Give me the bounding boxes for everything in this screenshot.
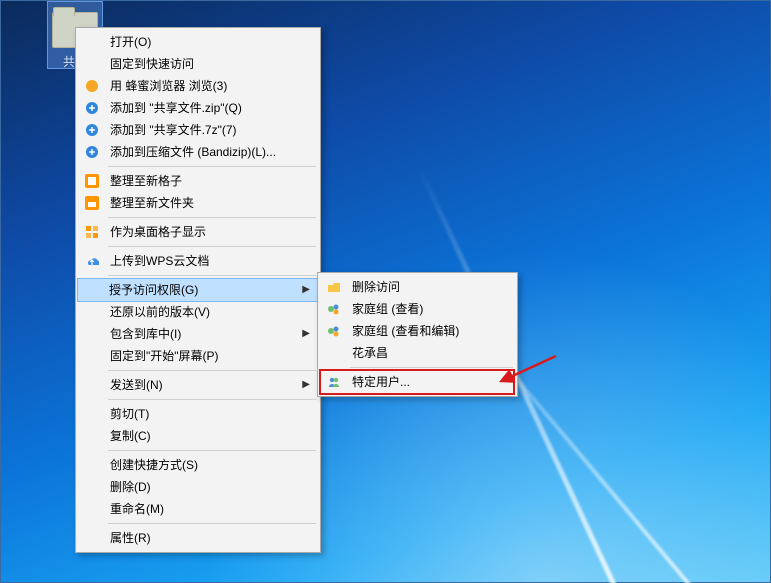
homegroup-icon: [326, 301, 342, 317]
submenu-arrow-icon: ▶: [302, 374, 310, 396]
menu-label: 整理至新格子: [110, 174, 182, 188]
menu-label: 剪切(T): [110, 407, 149, 421]
menu-label: 删除访问: [352, 280, 400, 294]
menu-label: 作为桌面格子显示: [110, 225, 206, 239]
folder-plus-icon: [84, 195, 100, 211]
separator: [108, 166, 316, 167]
bee-icon: [84, 78, 100, 94]
menu-label: 授予访问权限(G): [109, 283, 198, 297]
menu-label: 创建快捷方式(S): [110, 458, 198, 472]
separator: [108, 217, 316, 218]
menu-restore-previous[interactable]: 还原以前的版本(V): [78, 301, 318, 323]
separator: [108, 523, 316, 524]
menu-label: 添加到压缩文件 (Bandizip)(L)...: [110, 145, 276, 159]
menu-tidy-folder[interactable]: 整理至新文件夹: [78, 192, 318, 214]
homegroup-icon: [326, 323, 342, 339]
menu-label: 上传到WPS云文档: [110, 254, 209, 268]
grid-view-icon: [84, 224, 100, 240]
menu-add-7z[interactable]: 添加到 "共享文件.7z"(7): [78, 119, 318, 141]
menu-rename[interactable]: 重命名(M): [78, 498, 318, 520]
submenu-specific-users[interactable]: 特定用户...: [320, 371, 515, 393]
separator: [108, 450, 316, 451]
menu-label: 打开(O): [110, 35, 151, 49]
submenu-arrow-icon: ▶: [302, 323, 310, 345]
menu-label: 家庭组 (查看): [352, 302, 423, 316]
menu-label: 家庭组 (查看和编辑): [352, 324, 459, 338]
menu-label: 重命名(M): [110, 502, 164, 516]
menu-label: 整理至新文件夹: [110, 196, 194, 210]
menu-label: 还原以前的版本(V): [110, 305, 210, 319]
menu-pin-quick-access[interactable]: 固定到快速访问: [78, 53, 318, 75]
separator: [350, 367, 513, 368]
menu-label: 特定用户...: [352, 375, 410, 389]
menu-add-zip[interactable]: 添加到 "共享文件.zip"(Q): [78, 97, 318, 119]
menu-create-shortcut[interactable]: 创建快捷方式(S): [78, 454, 318, 476]
menu-properties[interactable]: 属性(R): [78, 527, 318, 549]
menu-label: 添加到 "共享文件.7z"(7): [110, 123, 237, 137]
sharing-folder-icon: [326, 279, 342, 295]
menu-pin-start[interactable]: 固定到"开始"屏幕(P): [78, 345, 318, 367]
submenu-remove-access[interactable]: 删除访问: [320, 276, 515, 298]
menu-label: 复制(C): [110, 429, 151, 443]
menu-label: 发送到(N): [110, 378, 163, 392]
bandizip-icon: [84, 144, 100, 160]
menu-label: 包含到库中(I): [110, 327, 181, 341]
submenu-homegroup-edit[interactable]: 家庭组 (查看和编辑): [320, 320, 515, 342]
context-menu: 打开(O) 固定到快速访问 用 蜂蜜浏览器 浏览(3) 添加到 "共享文件.zi…: [75, 27, 321, 553]
grid-icon: [84, 173, 100, 189]
separator: [108, 399, 316, 400]
menu-label: 添加到 "共享文件.zip"(Q): [110, 101, 242, 115]
separator: [108, 370, 316, 371]
menu-label: 固定到"开始"屏幕(P): [110, 349, 219, 363]
submenu-homegroup-view[interactable]: 家庭组 (查看): [320, 298, 515, 320]
menu-add-compress[interactable]: 添加到压缩文件 (Bandizip)(L)...: [78, 141, 318, 163]
menu-label: 用 蜂蜜浏览器 浏览(3): [110, 79, 227, 93]
separator: [108, 246, 316, 247]
menu-send-to[interactable]: 发送到(N) ▶: [78, 374, 318, 396]
menu-label: 花承昌: [352, 346, 388, 360]
bandizip-icon: [84, 122, 100, 138]
menu-browse-bee[interactable]: 用 蜂蜜浏览器 浏览(3): [78, 75, 318, 97]
menu-label: 删除(D): [110, 480, 151, 494]
separator: [108, 275, 316, 276]
menu-grant-access[interactable]: 授予访问权限(G) ▶: [77, 278, 319, 302]
menu-tidy-grid[interactable]: 整理至新格子: [78, 170, 318, 192]
menu-open[interactable]: 打开(O): [78, 31, 318, 53]
menu-delete[interactable]: 删除(D): [78, 476, 318, 498]
menu-copy[interactable]: 复制(C): [78, 425, 318, 447]
bandizip-icon: [84, 100, 100, 116]
menu-cut[interactable]: 剪切(T): [78, 403, 318, 425]
menu-label: 固定到快速访问: [110, 57, 194, 71]
menu-upload-wps[interactable]: 上传到WPS云文档: [78, 250, 318, 272]
menu-show-grid[interactable]: 作为桌面格子显示: [78, 221, 318, 243]
menu-include-library[interactable]: 包含到库中(I) ▶: [78, 323, 318, 345]
submenu-user[interactable]: 花承昌: [320, 342, 515, 364]
grant-access-submenu: 删除访问 家庭组 (查看) 家庭组 (查看和编辑) 花承昌 特定用户...: [317, 272, 518, 397]
menu-label: 属性(R): [110, 531, 151, 545]
submenu-arrow-icon: ▶: [302, 279, 310, 301]
users-icon: [326, 374, 342, 390]
cloud-upload-icon: [84, 253, 100, 269]
